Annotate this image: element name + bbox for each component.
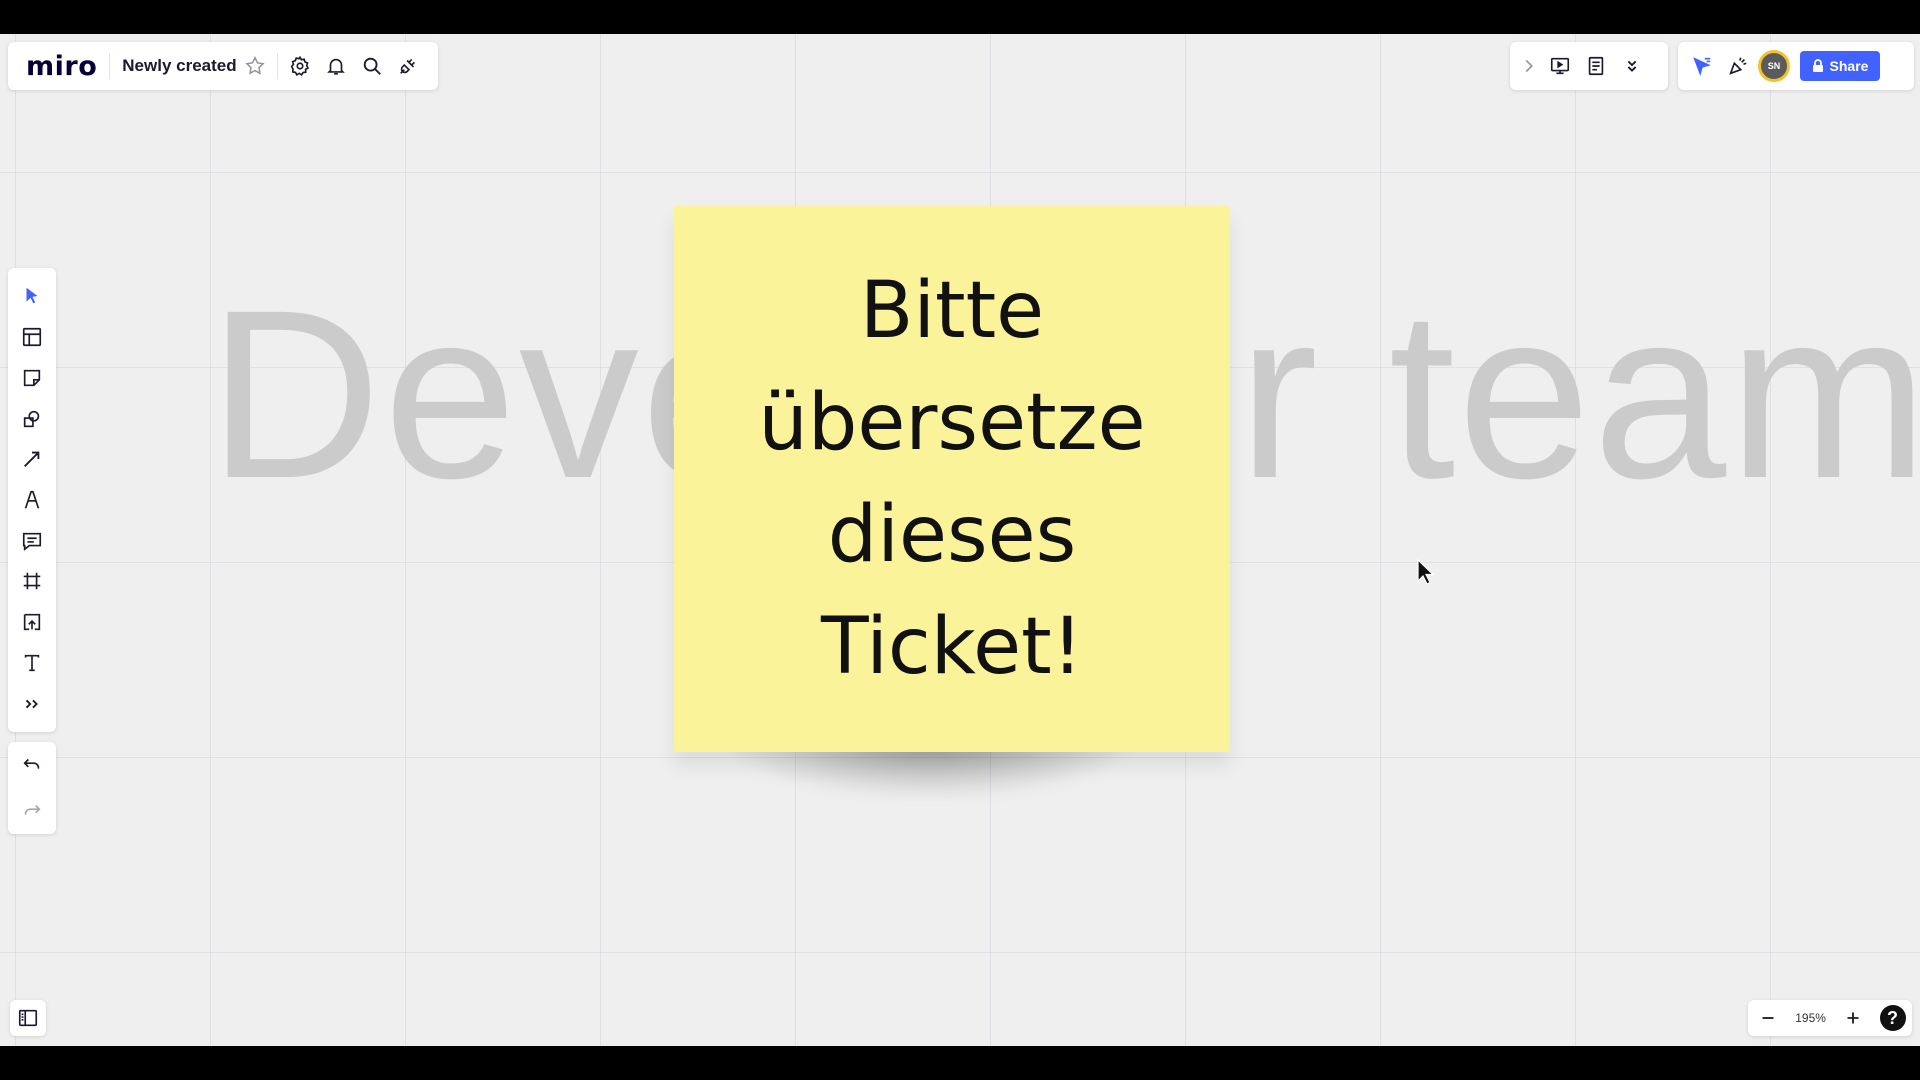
zoom-in-icon[interactable] (1839, 1000, 1867, 1036)
present-icon[interactable] (1542, 48, 1578, 84)
divider (109, 53, 111, 79)
integrations-icon[interactable] (390, 48, 426, 84)
avatar[interactable]: SN (1756, 48, 1792, 84)
templates-icon[interactable] (14, 320, 50, 354)
chevron-right-icon[interactable] (1516, 48, 1542, 84)
divider (276, 53, 278, 79)
upload-icon[interactable] (14, 605, 50, 639)
settings-icon[interactable] (282, 48, 318, 84)
mouse-cursor-icon (1416, 558, 1436, 591)
miro-logo[interactable]: miro (26, 51, 97, 82)
share-button[interactable]: Share (1800, 51, 1880, 81)
sticky-line: Ticket! (820, 602, 1084, 692)
sticky-note-icon[interactable] (14, 361, 50, 395)
zoom-out-icon[interactable] (1754, 1000, 1782, 1036)
sidebar-toggle-icon (18, 1009, 38, 1027)
undo-icon[interactable] (14, 748, 50, 782)
board-panel-toggle[interactable] (10, 1000, 46, 1036)
collaboration-bar: SN Share (1678, 42, 1914, 90)
sticky-line: Bitte (859, 266, 1045, 356)
sticky-line: übersetze (758, 378, 1146, 468)
star-icon[interactable] (237, 48, 273, 84)
more-tools-icon[interactable] (14, 687, 50, 721)
bell-icon[interactable] (318, 48, 354, 84)
zoom-level[interactable]: 195% (1795, 1011, 1826, 1025)
cursor-filter-icon[interactable] (1684, 48, 1720, 84)
text-icon[interactable] (14, 646, 50, 680)
comment-icon[interactable] (14, 524, 50, 558)
creation-toolbar (8, 268, 56, 732)
sticky-note-text: Bitte übersetze dieses Ticket! (692, 255, 1212, 703)
lock-icon (1812, 59, 1823, 72)
help-button[interactable]: ? (1879, 1005, 1906, 1031)
board-actions (1510, 42, 1668, 90)
avatar-initials: SN (1758, 50, 1790, 82)
select-icon[interactable] (14, 279, 50, 313)
zoom-controls: 195% ? (1748, 1000, 1912, 1036)
board-header: miro Newly created (8, 42, 438, 90)
notes-icon[interactable] (1578, 48, 1614, 84)
history-toolbar (8, 742, 56, 834)
shapes-icon[interactable] (14, 402, 50, 436)
connection-line-icon[interactable] (14, 442, 50, 476)
celebrate-icon[interactable] (1720, 48, 1756, 84)
chevron-double-down-icon[interactable] (1614, 48, 1650, 84)
share-label: Share (1829, 58, 1869, 74)
redo-icon[interactable] (14, 794, 50, 828)
pen-icon[interactable] (14, 483, 50, 517)
board-canvas[interactable]: Developer team Bitte übersetze dieses Ti… (0, 34, 1920, 1046)
sticky-line: dieses (827, 490, 1077, 580)
frame-icon[interactable] (14, 564, 50, 598)
search-icon[interactable] (354, 48, 390, 84)
letterbox-bottom (0, 1046, 1920, 1080)
sticky-note[interactable]: Bitte übersetze dieses Ticket! (674, 206, 1230, 752)
board-name[interactable]: Newly created (122, 56, 236, 76)
